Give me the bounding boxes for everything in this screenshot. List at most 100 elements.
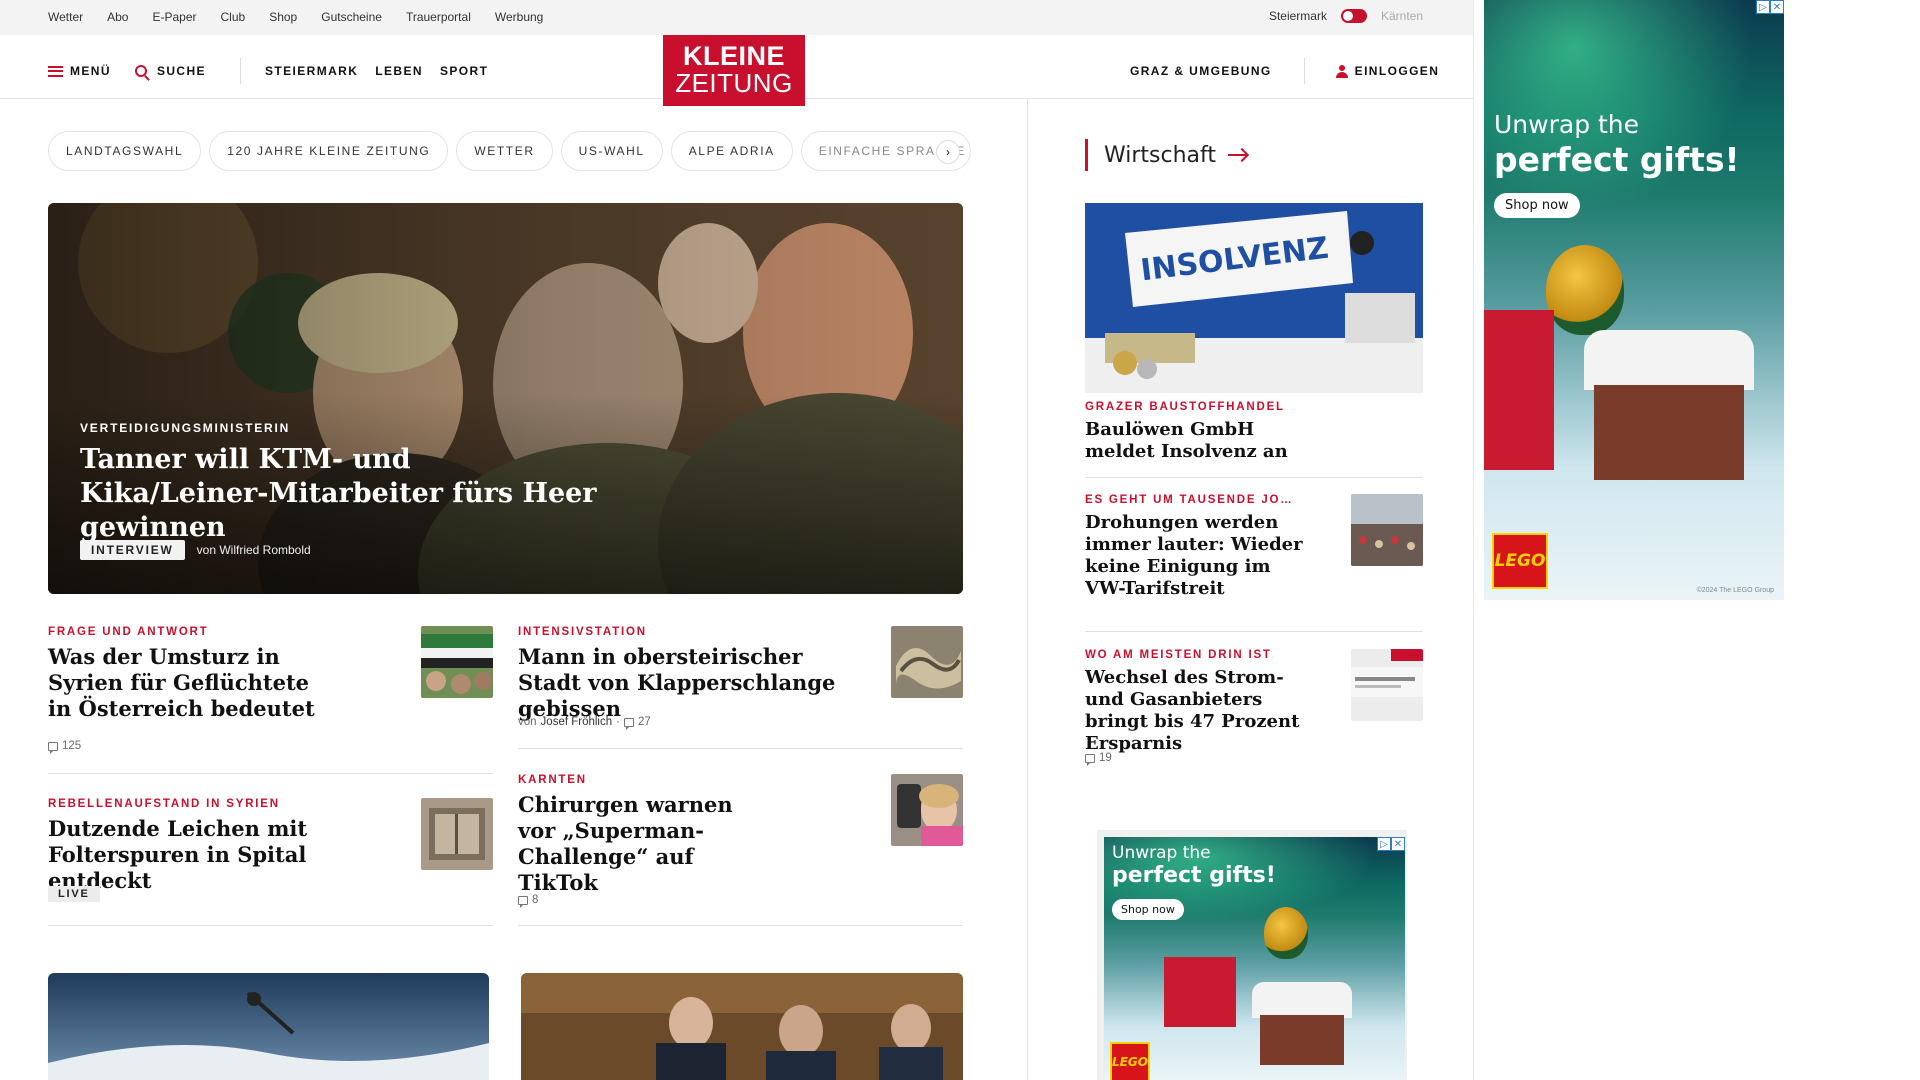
ad-close-icon[interactable]: ✕ <box>1770 0 1784 14</box>
hero-title[interactable]: Tanner will KTM- und Kika/Leiner-Mitarbe… <box>80 443 600 545</box>
topic-wetter[interactable]: WETTER <box>456 131 553 171</box>
lego-logo: LEGO <box>1110 1042 1150 1080</box>
header-divider <box>239 58 241 84</box>
ad-info-icon[interactable]: ▷ <box>1377 837 1391 851</box>
teaser-photo-ski[interactable] <box>48 973 489 1080</box>
ad-choices[interactable]: ▷ ✕ <box>1377 837 1405 851</box>
article-thumbnail <box>891 626 963 698</box>
interview-badge: INTERVIEW <box>80 540 185 560</box>
article-title[interactable]: Drohungen werden immer lauter: Wieder ke… <box>1085 512 1315 600</box>
meta-separator: · <box>616 716 620 728</box>
article-meta: 125 <box>48 740 81 754</box>
ad-house <box>1260 1015 1344 1065</box>
ad-rectangle[interactable]: ▷ ✕ Unwrap the perfect gifts! Shop now L… <box>1104 837 1405 1080</box>
ad-shop-button[interactable]: Shop now <box>1494 193 1580 218</box>
menu-label: MENÜ <box>70 64 111 78</box>
region-steiermark[interactable]: Steiermark <box>1269 9 1327 23</box>
article-thumbnail <box>421 626 493 698</box>
search-button[interactable]: SUCHE <box>134 64 206 78</box>
comment-count[interactable]: 19 <box>1099 752 1112 764</box>
article-kicker: INTENSIVSTATION <box>518 626 647 638</box>
menu-button[interactable]: MENÜ <box>48 64 111 78</box>
article-title[interactable]: Was der Umsturz in Syrien für Geflüchtet… <box>48 644 328 722</box>
article-thumbnail <box>421 798 493 870</box>
article-title[interactable]: Baulöwen GmbH meldet Insolvenz an <box>1085 419 1315 463</box>
pills-next-button[interactable]: › <box>936 140 960 164</box>
ad-close-icon[interactable]: ✕ <box>1391 837 1405 851</box>
region-toggle[interactable] <box>1340 9 1367 23</box>
teaser-photo-meeting[interactable] <box>521 973 963 1080</box>
ad-gift <box>1164 957 1236 1027</box>
header-divider-right <box>1303 58 1305 84</box>
utility-link-club[interactable]: Club <box>221 10 246 24</box>
comment-count[interactable]: 8 <box>532 894 538 906</box>
header-right-nav: GRAZ & UMGEBUNG EINLOGGEN <box>1130 58 1439 84</box>
nav-leben[interactable]: LEBEN <box>375 64 423 78</box>
ad-headline-2: perfect gifts! <box>1494 140 1740 179</box>
section-title: Wirtschaft <box>1104 142 1217 168</box>
article-title[interactable]: Chirurgen warnen vor „Superman-Challenge… <box>518 792 768 896</box>
article-title[interactable]: Mann in obersteirischer Stadt von Klappe… <box>518 644 858 722</box>
topic-landtagswahl[interactable]: LANDTAGSWAHL <box>48 131 202 171</box>
article-thumbnail <box>1351 649 1423 721</box>
region-kaernten[interactable]: Kärnten <box>1381 9 1423 23</box>
article-kicker: REBELLENAUFSTAND IN SYRIEN <box>48 798 280 810</box>
ad-shop-button[interactable]: Shop now <box>1112 899 1184 920</box>
article-author[interactable]: Josef Fröhlich <box>541 716 613 728</box>
article-card[interactable]: REBELLENAUFSTAND IN SYRIEN Dutzende Leic… <box>48 798 493 926</box>
sidebar-article[interactable]: ES GEHT UM TAUSENDE JO… Drohungen werden… <box>1085 494 1423 632</box>
ad-house-roof <box>1584 330 1754 390</box>
region-switch: Steiermark Kärnten <box>1269 9 1423 23</box>
sidebar-article[interactable]: WO AM MEISTEN DRIN IST Wechsel des Strom… <box>1085 649 1423 769</box>
comment-icon <box>1085 753 1095 766</box>
ad-balloon <box>1264 907 1308 959</box>
article-title[interactable]: Wechsel des Strom- und Gasanbieters brin… <box>1085 667 1315 755</box>
comment-icon <box>623 717 634 730</box>
nav-steiermark[interactable]: STEIERMARK <box>265 64 358 78</box>
utility-links: Wetter Abo E-Paper Club Shop Gutscheine … <box>48 10 543 24</box>
ad-house <box>1594 385 1744 480</box>
login-button[interactable]: EINLOGGEN <box>1335 64 1440 78</box>
column-divider <box>1027 99 1028 1080</box>
section-header-wirtschaft[interactable]: Wirtschaft <box>1085 139 1247 171</box>
search-icon <box>134 65 147 77</box>
article-card[interactable]: FRAGE UND ANTWORT Was der Umsturz in Syr… <box>48 626 493 774</box>
utility-link-gutscheine[interactable]: Gutscheine <box>321 10 382 24</box>
topic-120-jahre[interactable]: 120 JAHRE KLEINE ZEITUNG <box>209 131 449 171</box>
article-kicker: KÄRNTEN <box>518 774 587 786</box>
utility-link-werbung[interactable]: Werbung <box>495 10 543 24</box>
comment-count[interactable]: 27 <box>638 716 651 728</box>
utility-link-epaper[interactable]: E-Paper <box>152 10 196 24</box>
header-left-nav: MENÜ SUCHE STEIERMARK LEBEN SPORT <box>48 58 488 84</box>
article-kicker: FRAGE UND ANTWORT <box>48 626 209 638</box>
article-card[interactable]: KÄRNTEN Chirurgen warnen vor „Superman-C… <box>518 774 963 926</box>
sidebar-lead-article[interactable]: INSOLVENZ GRAZER BAUSTOFFHANDEL Baulöwen… <box>1085 203 1423 478</box>
comment-count[interactable]: 125 <box>62 740 81 752</box>
hero-meta: INTERVIEW von Wilfried Rombold <box>80 540 311 560</box>
article-kicker: WO AM MEISTEN DRIN IST <box>1085 649 1272 661</box>
nav-graz-umgebung[interactable]: GRAZ & UMGEBUNG <box>1130 64 1272 78</box>
topic-us-wahl[interactable]: US-WAHL <box>560 131 663 171</box>
utility-link-wetter[interactable]: Wetter <box>48 10 83 24</box>
nav-sport[interactable]: SPORT <box>440 64 488 78</box>
user-icon <box>1335 64 1348 78</box>
utility-link-abo[interactable]: Abo <box>107 10 128 24</box>
arrow-right-icon <box>1228 154 1247 156</box>
site-logo[interactable]: KLEINE ZEITUNG <box>663 35 805 106</box>
hero-byline: von Wilfried Rombold <box>196 543 311 557</box>
ad-skyscraper[interactable]: ▷ ✕ Unwrap the perfect gifts! Shop now L… <box>1484 0 1784 600</box>
ad-info-icon[interactable]: ▷ <box>1756 0 1770 14</box>
article-card[interactable]: INTENSIVSTATION Mann in obersteirischer … <box>518 626 963 749</box>
logo-line-1: KLEINE <box>682 41 785 71</box>
topic-alpe-adria[interactable]: ALPE ADRIA <box>670 131 793 171</box>
article-meta: LIVE <box>48 886 100 902</box>
hero-article[interactable]: VERTEIDIGUNGSMINISTERIN Tanner will KTM-… <box>48 203 963 594</box>
article-kicker: GRAZER BAUSTOFFHANDEL <box>1085 401 1285 413</box>
ad-headline-1: Unwrap the <box>1112 843 1211 863</box>
utility-link-shop[interactable]: Shop <box>269 10 297 24</box>
ad-fineprint: ©2024 The LEGO Group <box>1696 587 1774 594</box>
byline-prefix: von <box>518 716 537 728</box>
ad-choices[interactable]: ▷ ✕ <box>1756 0 1784 14</box>
utility-link-trauerportal[interactable]: Trauerportal <box>406 10 471 24</box>
article-title[interactable]: Dutzende Leichen mit Folterspuren in Spi… <box>48 816 398 894</box>
